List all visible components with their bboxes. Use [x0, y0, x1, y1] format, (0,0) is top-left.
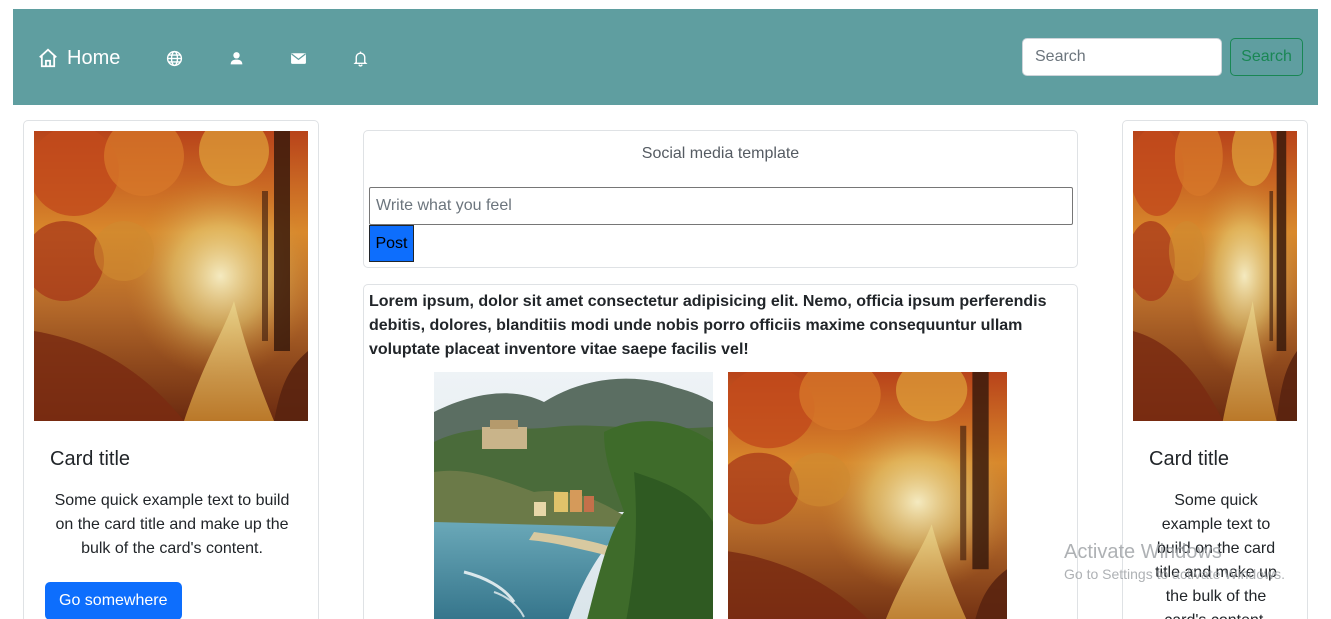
post-image-autumn: [728, 372, 1007, 619]
home-icon: [39, 48, 57, 68]
search-input[interactable]: [1022, 38, 1222, 76]
envelope-icon: [290, 52, 306, 64]
left-card: Card title Some quick example text to bu…: [23, 120, 319, 619]
card-text: Some quick example text to build on the …: [1155, 492, 1277, 619]
card-text: Some quick example text to build on the …: [54, 492, 290, 557]
coastal-village-image: [434, 372, 713, 619]
notifications-link[interactable]: [350, 48, 370, 68]
post-composer: Social media template Post: [363, 130, 1078, 268]
profile-link[interactable]: [226, 48, 246, 68]
post-heading: Social media template: [641, 145, 800, 162]
navbar: Home Search: [13, 9, 1318, 105]
post-button[interactable]: Post: [369, 225, 414, 262]
card-title: Card title: [50, 448, 131, 470]
bell-icon: [353, 51, 367, 67]
post-input[interactable]: [369, 187, 1073, 225]
go-somewhere-button[interactable]: Go somewhere: [45, 582, 182, 619]
right-card: Card title Some quick example text to bu…: [1122, 120, 1308, 619]
autumn-forest-image: [728, 372, 1007, 619]
globe-icon: [166, 50, 182, 66]
card-title: Card title: [1149, 448, 1230, 470]
person-icon: [230, 51, 242, 64]
globe-link[interactable]: [164, 48, 184, 68]
card-image: [1133, 131, 1297, 421]
home-label: Home: [67, 46, 121, 69]
autumn-forest-image: [1133, 131, 1297, 421]
post-text: Lorem ipsum, dolor sit amet consectetur …: [369, 293, 1047, 358]
post-image-coast: [434, 372, 713, 619]
home-link[interactable]: Home: [37, 45, 120, 71]
card-image: [34, 131, 308, 421]
autumn-forest-image: [34, 131, 308, 421]
search-button[interactable]: Search: [1230, 38, 1303, 76]
messages-link[interactable]: [288, 48, 308, 68]
feed-post: Lorem ipsum, dolor sit amet consectetur …: [363, 284, 1078, 619]
